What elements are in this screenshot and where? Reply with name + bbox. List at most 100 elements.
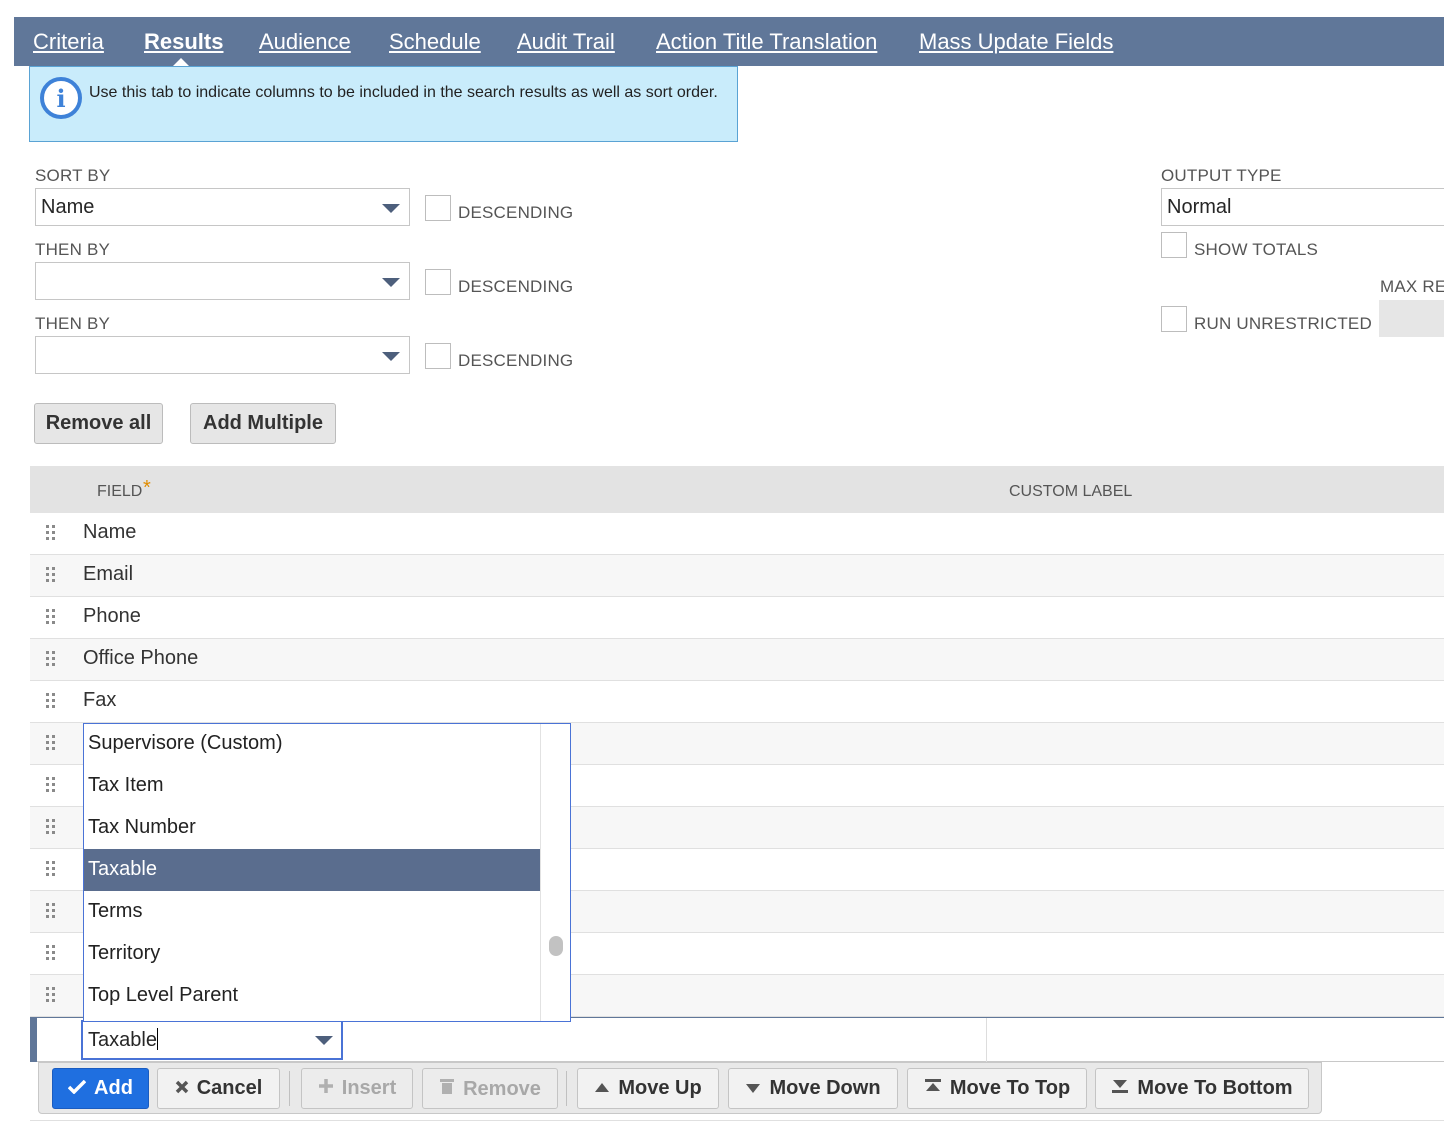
dropdown-option[interactable]: Supervisore (Custom): [84, 723, 541, 765]
close-icon: [175, 1077, 189, 1100]
descending-checkbox-2[interactable]: [425, 269, 451, 295]
arrow-to-bottom-icon: [1111, 1077, 1129, 1100]
output-type-label: OUTPUT TYPE: [1161, 166, 1282, 185]
toolbar-divider: [289, 1071, 290, 1106]
arrow-down-icon: [745, 1077, 761, 1100]
drag-handle-icon[interactable]: [46, 861, 56, 879]
descending-checkbox-1[interactable]: [425, 195, 451, 221]
tab-schedule[interactable]: Schedule: [389, 29, 481, 55]
cancel-button[interactable]: Cancel: [157, 1068, 280, 1109]
remove-button[interactable]: Remove: [422, 1068, 558, 1109]
tab-audit-trail[interactable]: Audit Trail: [517, 29, 615, 55]
edit-row: Taxable: [30, 1017, 1444, 1062]
move-to-top-button[interactable]: Move To Top: [907, 1068, 1087, 1109]
run-unrestricted-label: RUN UNRESTRICTED: [1194, 314, 1372, 333]
plus-icon: [318, 1077, 334, 1100]
active-tab-indicator: [173, 58, 189, 66]
move-up-button[interactable]: Move Up: [577, 1068, 719, 1109]
drag-handle-icon[interactable]: [46, 777, 56, 795]
remove-all-button[interactable]: Remove all: [34, 403, 163, 444]
drag-handle-icon[interactable]: [46, 819, 56, 837]
chevron-down-icon[interactable]: [315, 1036, 333, 1045]
show-totals-checkbox[interactable]: [1161, 232, 1187, 258]
descending-label-2: DESCENDING: [458, 277, 574, 296]
field-cell: Name: [83, 521, 137, 543]
output-type-select[interactable]: Normal: [1161, 188, 1444, 226]
descending-label-1: DESCENDING: [458, 203, 574, 222]
table-row[interactable]: Phone: [30, 597, 1444, 639]
drag-handle-icon[interactable]: [46, 525, 56, 543]
move-down-button[interactable]: Move Down: [728, 1068, 898, 1109]
chevron-down-icon: [382, 204, 400, 213]
text-cursor: [156, 1028, 158, 1050]
table-row[interactable]: Office Phone: [30, 639, 1444, 681]
descending-checkbox-3[interactable]: [425, 343, 451, 369]
max-results-input[interactable]: [1379, 300, 1444, 337]
descending-label-3: DESCENDING: [458, 351, 574, 370]
custom-label-column-header: CUSTOM LABEL: [1009, 483, 1133, 500]
field-cell: Email: [83, 563, 134, 585]
tab-results[interactable]: Results: [144, 29, 223, 55]
add-multiple-button[interactable]: Add Multiple: [190, 403, 336, 444]
drag-handle-icon[interactable]: [46, 735, 56, 753]
required-asterisk: *: [143, 477, 151, 499]
dropdown-scrollbar[interactable]: [540, 724, 570, 1021]
dropdown-option[interactable]: Tax Number: [84, 807, 541, 849]
arrow-up-icon: [594, 1077, 610, 1100]
then-by-select-1[interactable]: [35, 262, 410, 300]
table-row[interactable]: Name: [30, 513, 1444, 555]
dropdown-option[interactable]: Terms: [84, 891, 541, 933]
drag-handle-icon[interactable]: [46, 567, 56, 585]
drag-handle-icon[interactable]: [46, 903, 56, 921]
field-column-header: FIELD *: [97, 477, 151, 500]
info-icon: i: [40, 77, 82, 119]
tab-criteria[interactable]: Criteria: [33, 29, 104, 55]
tab-mass-update-fields[interactable]: Mass Update Fields: [919, 29, 1113, 55]
results-table-header: FIELD * CUSTOM LABEL: [30, 466, 1444, 513]
field-cell: Phone: [83, 605, 141, 627]
arrow-to-top-icon: [924, 1077, 942, 1100]
run-unrestricted-checkbox[interactable]: [1161, 306, 1187, 332]
then-by-label-1: THEN BY: [35, 240, 111, 259]
show-totals-label: SHOW TOTALS: [1194, 240, 1319, 259]
edit-row-indicator: [30, 1018, 37, 1062]
drag-handle-icon[interactable]: [46, 987, 56, 1005]
chevron-down-icon: [382, 278, 400, 287]
dropdown-option[interactable]: Top Level Parent: [84, 975, 541, 1017]
info-text: Use this tab to indicate columns to be i…: [89, 84, 718, 101]
toolbar-divider: [566, 1071, 567, 1106]
tab-audience[interactable]: Audience: [259, 29, 351, 55]
table-bottom-border: [30, 1120, 1444, 1121]
dropdown-option[interactable]: Territory: [84, 933, 541, 975]
info-banner: i Use this tab to indicate columns to be…: [29, 66, 738, 142]
then-by-select-2[interactable]: [35, 336, 410, 374]
insert-button[interactable]: Insert: [301, 1068, 413, 1109]
field-edit-select[interactable]: Taxable: [81, 1020, 343, 1060]
move-to-bottom-button[interactable]: Move To Bottom: [1095, 1068, 1309, 1109]
chevron-down-icon: [382, 352, 400, 361]
field-dropdown-list[interactable]: Supervisore (Custom) Tax Item Tax Number Ta…: [83, 723, 571, 1022]
drag-handle-icon[interactable]: [46, 651, 56, 669]
max-results-label: MAX RE: [1380, 277, 1444, 296]
sort-by-label: SORT BY: [35, 166, 111, 185]
sort-by-select[interactable]: Name: [35, 188, 410, 226]
dropdown-option[interactable]: Tax Item: [84, 765, 541, 807]
tab-action-title-translation[interactable]: Action Title Translation: [656, 29, 877, 55]
table-row[interactable]: Email: [30, 555, 1444, 597]
check-icon: [67, 1077, 87, 1100]
drag-handle-icon[interactable]: [46, 693, 56, 711]
table-row[interactable]: Fax: [30, 681, 1444, 723]
dropdown-option[interactable]: Taxable: [84, 849, 541, 891]
sort-by-value: Name: [41, 196, 95, 218]
drag-handle-icon[interactable]: [46, 945, 56, 963]
field-cell: Fax: [83, 689, 117, 711]
row-action-toolbar: Add Cancel Insert Remove Move Up Move Do…: [38, 1062, 1322, 1114]
drag-handle-icon[interactable]: [46, 609, 56, 627]
edit-row-divider: [986, 1018, 987, 1062]
output-type-value: Normal: [1167, 196, 1232, 218]
subtab-bar: Criteria Results Audience Schedule Audit…: [14, 17, 1444, 66]
add-button[interactable]: Add: [52, 1068, 149, 1109]
scrollbar-thumb[interactable]: [549, 936, 563, 956]
field-edit-value: Taxable: [88, 1029, 157, 1051]
field-cell: Office Phone: [83, 647, 199, 669]
